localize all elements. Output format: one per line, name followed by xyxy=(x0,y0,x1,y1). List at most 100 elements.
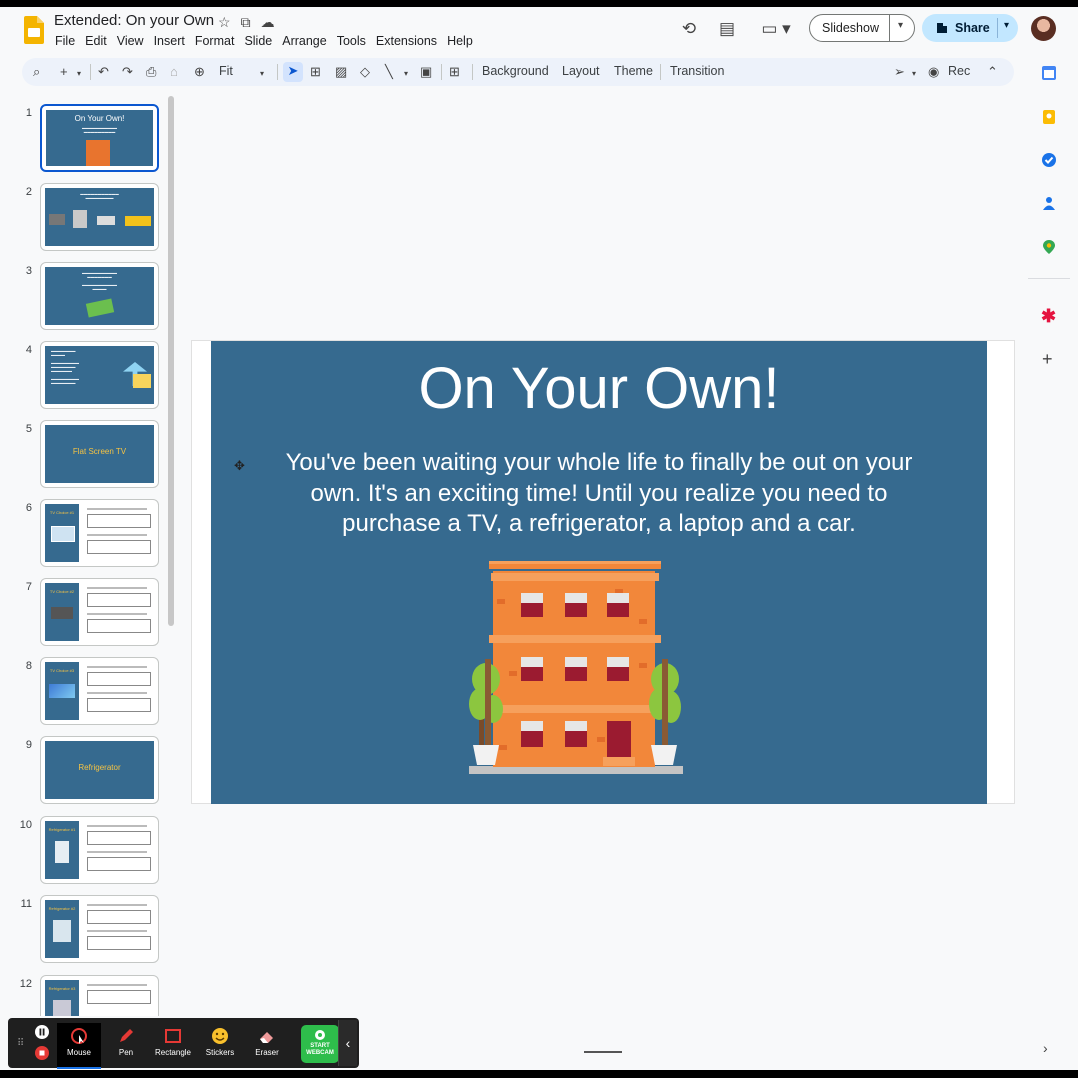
contacts-icon[interactable] xyxy=(1041,195,1057,211)
share-button[interactable]: Share ▾ xyxy=(922,14,1018,42)
slide-thumbnail-1[interactable]: On Your Own! ▬▬▬▬▬▬▬▬▬▬ ▬▬▬▬▬▬▬▬▬ xyxy=(40,104,159,172)
keep-icon[interactable] xyxy=(1041,109,1057,125)
menu-tools[interactable]: Tools xyxy=(337,34,372,48)
pointer-mode-icon[interactable]: ➢ xyxy=(894,63,905,81)
eraser-tool-button[interactable]: Eraser xyxy=(245,1023,289,1067)
select-tool-icon[interactable]: ➤ xyxy=(283,62,303,82)
paint-format-icon[interactable]: ⌂ xyxy=(170,63,178,81)
thumbnail-background: ▬▬▬▬▬▬▬▬▬▬▬ ▬▬▬▬▬▬▬▬ xyxy=(45,188,154,246)
menu-arrange[interactable]: Arrange xyxy=(282,34,332,48)
slide-thumbnail-7[interactable]: TV Choice #2 xyxy=(40,578,159,646)
meet-icon[interactable]: ▭ ▾ xyxy=(756,18,796,40)
line-icon[interactable]: ╲ xyxy=(385,63,393,81)
thumbnail-left-panel: TV Choice #2 xyxy=(45,583,79,641)
filmstrip-scrollbar[interactable] xyxy=(168,96,174,626)
menu-edit[interactable]: Edit xyxy=(85,34,113,48)
addon-asterisk-icon[interactable]: ✱ xyxy=(1041,306,1056,327)
drag-handle-icon[interactable]: ⠿ xyxy=(17,1038,24,1049)
search-menus-icon[interactable]: ⌕ xyxy=(33,63,40,81)
thumbnail-label-line xyxy=(87,587,147,589)
record-icon[interactable]: ◉ xyxy=(928,63,939,81)
collapse-toolbar-icon[interactable]: ⌃ xyxy=(987,63,998,81)
share-options-icon[interactable]: ▾ xyxy=(1004,20,1009,31)
slide-1[interactable]: On Your Own! You've been waiting your wh… xyxy=(211,341,987,804)
menu-insert[interactable]: Insert xyxy=(154,34,191,48)
webcam-label-line-1: START xyxy=(310,1043,330,1049)
mouse-cursor-icon xyxy=(71,1028,87,1044)
transition-button[interactable]: Transition xyxy=(670,64,724,78)
menu-extensions[interactable]: Extensions xyxy=(376,34,443,48)
rec-button[interactable]: Rec xyxy=(948,64,970,78)
stickers-tool-button[interactable]: Stickers xyxy=(198,1023,242,1067)
zoom-select[interactable]: Fit xyxy=(219,64,233,78)
cloud-saved-icon[interactable]: ☁ xyxy=(261,14,275,31)
speaker-notes-handle[interactable] xyxy=(584,1051,622,1053)
menu-help[interactable]: Help xyxy=(447,34,479,48)
new-slide-layout-icon[interactable]: ▾ xyxy=(77,65,81,83)
layout-button[interactable]: Layout xyxy=(562,64,600,78)
menu-file[interactable]: File xyxy=(55,34,81,48)
pause-icon[interactable] xyxy=(35,1025,49,1039)
zoom-icon[interactable]: ⊕ xyxy=(194,63,205,81)
slideshow-divider xyxy=(889,15,890,41)
start-webcam-button[interactable]: START WEBCAM xyxy=(301,1025,339,1063)
slide-title[interactable]: On Your Own! xyxy=(211,355,987,422)
get-addons-plus-icon[interactable]: + xyxy=(1042,349,1053,370)
comments-icon[interactable]: ▤ xyxy=(715,18,739,40)
background-button[interactable]: Background xyxy=(482,64,549,78)
undo-icon[interactable]: ↶ xyxy=(98,63,109,81)
insert-video-icon[interactable]: ▣ xyxy=(420,63,432,81)
move-cursor-icon: ✥ xyxy=(234,458,245,473)
document-title[interactable]: Extended: On your Own xyxy=(54,12,214,29)
mouse-tool-button[interactable]: Mouse xyxy=(57,1023,101,1069)
slide-thumbnail-9[interactable]: Refrigerator xyxy=(40,736,159,804)
slide-thumbnail-12[interactable]: Refrigerator #3 xyxy=(40,975,159,1016)
slides-logo-icon[interactable] xyxy=(24,16,44,44)
tasks-icon[interactable] xyxy=(1041,152,1057,168)
zoom-dropdown-icon[interactable]: ▾ xyxy=(260,65,264,83)
thumbnail-title: Refrigerator #3 xyxy=(48,986,76,991)
expand-side-panel-icon[interactable]: › xyxy=(1043,1040,1048,1056)
slide-thumbnail-11[interactable]: Refrigerator #2 xyxy=(40,895,159,963)
menu-format[interactable]: Format xyxy=(195,34,241,48)
menu-view[interactable]: View xyxy=(117,34,150,48)
version-history-icon[interactable]: ⟲ xyxy=(677,18,701,40)
slide-thumbnail-3[interactable]: ▬▬▬▬▬▬▬▬▬▬ ▬▬▬▬▬▬▬ ▬▬▬▬▬▬▬▬▬▬ ▬▬▬▬ xyxy=(40,262,159,330)
new-slide-icon[interactable]: + xyxy=(60,63,68,81)
slide-thumbnail-2[interactable]: ▬▬▬▬▬▬▬▬▬▬▬ ▬▬▬▬▬▬▬▬ xyxy=(40,183,159,251)
rectangle-icon xyxy=(165,1029,181,1043)
apartment-building-image[interactable] xyxy=(469,559,685,777)
text-box-icon[interactable]: ⊞ xyxy=(310,63,321,81)
slideshow-button[interactable]: Slideshow ▾ xyxy=(809,14,915,42)
thumbnail-left-panel: TV Choice #3 xyxy=(45,662,79,720)
stop-icon[interactable] xyxy=(35,1046,49,1060)
slide-thumbnail-4[interactable]: ▬▬▬▬▬▬▬ ▬▬▬▬ ▬▬▬▬▬▬▬▬ ▬▬▬▬▬▬▬ ▬▬▬▬▬▬ ▬▬▬▬▬▬▬▬… xyxy=(40,341,159,409)
pen-tool-button[interactable]: Pen xyxy=(104,1023,148,1067)
slide-body-text[interactable]: You've been waiting your whole life to f… xyxy=(269,448,929,540)
avatar[interactable] xyxy=(1031,16,1056,41)
slide-thumbnail-5[interactable]: Flat Screen TV xyxy=(40,420,159,488)
calendar-icon[interactable] xyxy=(1041,65,1057,81)
slide-thumbnail-8[interactable]: TV Choice #3 xyxy=(40,657,159,725)
slide-thumbnail-10[interactable]: Refrigerator #1 xyxy=(40,816,159,884)
insert-image-icon[interactable]: ▨ xyxy=(335,63,347,81)
rectangle-tool-button[interactable]: Rectangle xyxy=(151,1023,195,1067)
shape-icon[interactable]: ◇ xyxy=(360,63,370,81)
thumbnail-car-image xyxy=(125,216,151,226)
thumbnail-title: TV Choice #3 xyxy=(49,668,75,673)
move-folder-icon[interactable]: ⧉ xyxy=(241,14,251,31)
star-icon[interactable]: ☆ xyxy=(218,14,231,31)
thumbnail-building-image xyxy=(86,140,110,166)
thumbnail-left-panel: TV Choice #1 xyxy=(45,504,79,562)
pointer-dropdown-icon[interactable]: ▾ xyxy=(912,65,916,83)
theme-button[interactable]: Theme xyxy=(614,64,653,78)
redo-icon[interactable]: ↷ xyxy=(122,63,133,81)
comment-icon[interactable]: ⊞ xyxy=(449,63,460,81)
maps-icon[interactable] xyxy=(1041,239,1057,255)
slide-thumbnail-6[interactable]: TV Choice #1 xyxy=(40,499,159,567)
print-icon[interactable]: ⎙ xyxy=(146,63,156,81)
menu-slide[interactable]: Slide xyxy=(244,34,278,48)
slideshow-options-icon[interactable]: ▾ xyxy=(898,20,903,31)
collapse-recorder-icon[interactable]: ‹ xyxy=(338,1020,357,1066)
line-dropdown-icon[interactable]: ▾ xyxy=(404,65,408,83)
